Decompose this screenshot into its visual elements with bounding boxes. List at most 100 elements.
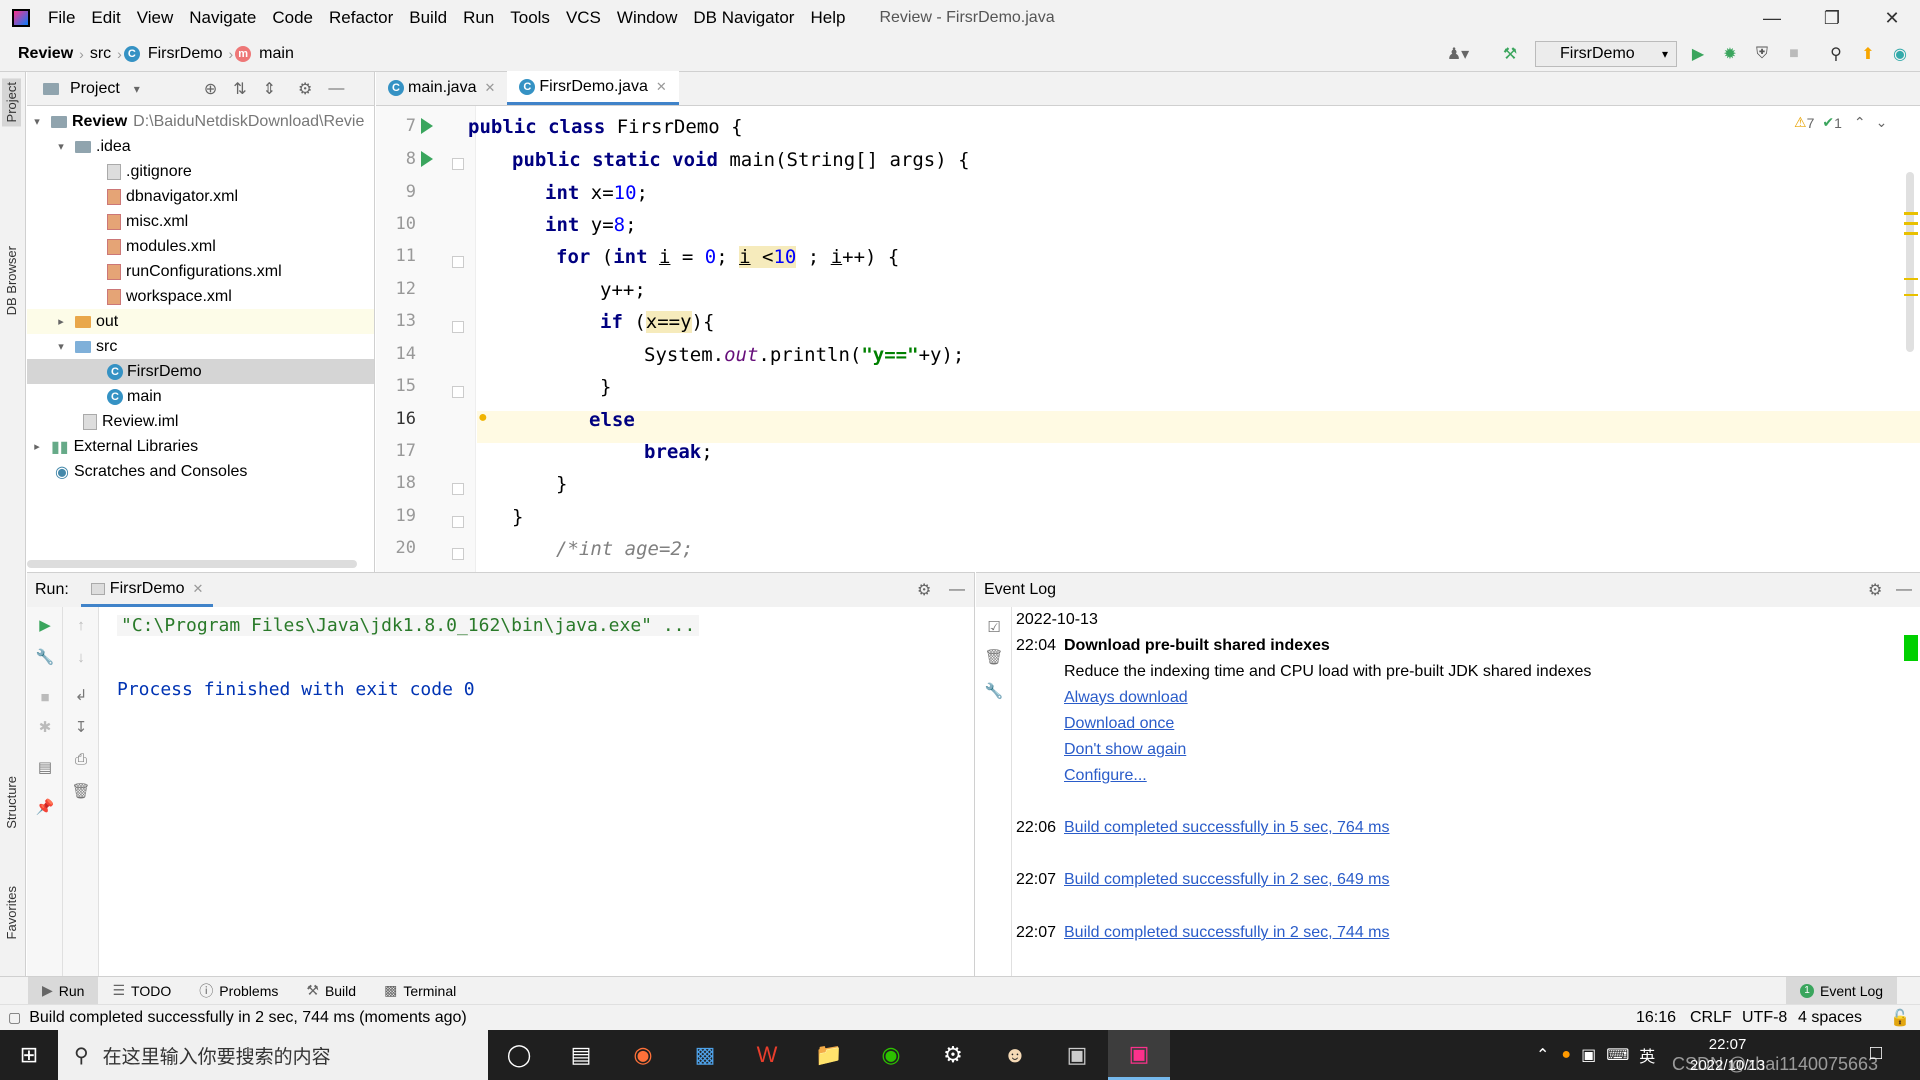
restore-icon[interactable]: ❐ (1802, 0, 1862, 36)
menu-tools[interactable]: Tools (502, 8, 558, 28)
run-config-select[interactable]: FirsrDemo ▾ (1535, 41, 1677, 67)
search-icon[interactable]: ⚲ (1826, 44, 1846, 64)
menu-navigate[interactable]: Navigate (181, 8, 264, 28)
run-gutter-icon[interactable] (421, 151, 433, 167)
app-icon[interactable]: ▣ (1046, 1030, 1108, 1080)
breadcrumb-project[interactable]: Review (14, 45, 77, 63)
menu-edit[interactable]: Edit (83, 8, 128, 28)
user-icon[interactable]: ♟▾ (1447, 44, 1469, 64)
run-tab[interactable]: FirsrDemo ✕ (80, 573, 214, 607)
trash-icon[interactable]: 🗑 (71, 781, 91, 801)
stop-icon[interactable]: ■ (35, 687, 55, 707)
file-explorer-icon[interactable]: 📁 (798, 1030, 860, 1080)
breadcrumb-src[interactable]: src (86, 45, 115, 63)
tool-tab-run[interactable]: ▶ Run (28, 976, 99, 1005)
toggle-tool-windows-icon[interactable]: ▢ (8, 1009, 21, 1026)
file-encoding[interactable]: UTF-8 (1742, 1009, 1787, 1027)
firefox-icon[interactable]: ◉ (612, 1030, 674, 1080)
tab-main-java[interactable]: C main.java ✕ (376, 71, 507, 105)
tree-file-main[interactable]: C main (27, 384, 374, 409)
inspection-widget[interactable]: ⚠ 7 ✔ 1 ⌃ ⌄ (1794, 114, 1887, 131)
menu-view[interactable]: View (129, 8, 182, 28)
tool-tab-db-browser[interactable]: DB Browser (2, 242, 21, 319)
scroll-to-end-icon[interactable]: ↧ (71, 717, 91, 737)
status-message[interactable]: Build completed successfully in 2 sec, 7… (29, 1009, 467, 1027)
hide-icon[interactable]: — (328, 80, 344, 98)
arrow-up-icon[interactable]: ↑ (71, 615, 91, 635)
layout-icon[interactable]: ▤ (35, 757, 55, 777)
task-view-icon[interactable]: ▤ (550, 1030, 612, 1080)
link-configure[interactable]: Configure... (1064, 767, 1147, 785)
soft-wrap-icon[interactable]: ↲ (71, 685, 91, 705)
breadcrumb-class[interactable]: FirsrDemo (144, 45, 227, 63)
trash-icon[interactable]: 🗑 (984, 647, 1004, 667)
chevron-right-icon[interactable]: ▸ (29, 440, 45, 453)
stop-icon[interactable]: ■ (1784, 44, 1804, 64)
fold-icon[interactable] (452, 158, 464, 170)
tree-root[interactable]: ▾ Review D:\BaiduNetdiskDownload\Revie (27, 109, 374, 134)
tool-tab-project[interactable]: Project (2, 78, 21, 127)
fold-icon[interactable] (452, 516, 464, 528)
menu-refactor[interactable]: Refactor (321, 8, 401, 28)
tool-tab-event-log[interactable]: 1 Event Log (1786, 976, 1898, 1005)
chevron-down-icon[interactable]: ⌄ (1876, 114, 1888, 131)
horizontal-scrollbar[interactable] (27, 560, 357, 568)
collapse-all-icon[interactable]: ⇕ (263, 79, 276, 99)
tree-file-gitignore[interactable]: .gitignore (27, 159, 374, 184)
tree-scratches[interactable]: ◉ Scratches and Consoles (27, 459, 374, 484)
app-icon[interactable]: ▩ (674, 1030, 736, 1080)
tree-file-workspace[interactable]: workspace.xml (27, 284, 374, 309)
chevron-up-icon[interactable]: ⌃ (1536, 1045, 1549, 1065)
dump-threads-icon[interactable]: ✱ (35, 717, 55, 737)
chevron-up-icon[interactable]: ⌃ (1854, 114, 1866, 131)
tree-file-firsrdemo[interactable]: C FirsrDemo (27, 359, 374, 384)
settings-icon[interactable]: ⚙ (922, 1030, 984, 1080)
close-icon[interactable]: ✕ (1862, 0, 1920, 36)
tree-external-libraries[interactable]: ▸ ▮▮ External Libraries (27, 434, 374, 459)
gear-icon[interactable]: ⚙ (917, 580, 931, 600)
avatar-icon[interactable]: ☻ (984, 1030, 1046, 1080)
lightbulb-icon[interactable]: ● (478, 409, 488, 427)
tray-app-icon[interactable]: ● (1561, 1046, 1571, 1064)
print-icon[interactable]: ⎙ (71, 749, 91, 769)
ime-indicator[interactable]: 英 (1639, 1043, 1655, 1067)
vertical-scrollbar[interactable] (1906, 172, 1914, 352)
run-gutter-icon[interactable] (421, 118, 433, 134)
fold-icon[interactable] (452, 386, 464, 398)
chevron-down-icon[interactable]: ▾ (29, 115, 45, 128)
network-icon[interactable]: ▣ (1581, 1045, 1596, 1065)
menu-code[interactable]: Code (264, 8, 321, 28)
tool-tab-todo[interactable]: ☰ TODO (98, 977, 185, 1005)
chevron-down-icon[interactable]: ▾ (53, 340, 69, 353)
close-tab-icon[interactable]: ✕ (192, 581, 203, 597)
project-panel-title[interactable]: Project (70, 80, 120, 98)
debug-icon[interactable]: ✹ (1720, 44, 1740, 64)
pin-icon[interactable]: 📌 (35, 797, 55, 817)
caret-position[interactable]: 16:16 (1636, 1009, 1676, 1027)
menu-vcs[interactable]: VCS (558, 8, 609, 28)
wps-icon[interactable]: W (736, 1030, 798, 1080)
arrow-down-icon[interactable]: ↓ (71, 647, 91, 667)
fold-icon[interactable] (452, 483, 464, 495)
tree-file-review-iml[interactable]: Review.iml (27, 409, 374, 434)
menu-file[interactable]: File (40, 8, 83, 28)
log-build-link[interactable]: Build completed successfully in 5 sec, 7… (1064, 819, 1389, 837)
gear-icon[interactable]: ⚙ (1868, 580, 1882, 600)
tool-tab-problems[interactable]: ⓘ Problems (185, 977, 292, 1005)
tool-tab-structure[interactable]: Structure (2, 772, 21, 833)
wechat-icon[interactable]: ◉ (860, 1030, 922, 1080)
fold-icon[interactable] (452, 256, 464, 268)
lock-icon[interactable]: 🔓 (1890, 1008, 1910, 1028)
mark-read-icon[interactable]: ☑ (984, 617, 1004, 637)
minimize-icon[interactable]: — (1742, 0, 1802, 36)
close-tab-icon[interactable]: ✕ (656, 79, 667, 95)
menu-db-navigator[interactable]: DB Navigator (685, 8, 802, 28)
chevron-down-icon[interactable]: ▾ (53, 140, 69, 153)
expand-all-icon[interactable]: ⇅ (233, 79, 246, 99)
hammer-icon[interactable]: ⚒ (1500, 44, 1520, 64)
hide-icon[interactable]: — (949, 581, 965, 599)
coverage-icon[interactable]: ⛨ (1752, 44, 1772, 64)
fold-icon[interactable] (452, 548, 464, 560)
chevron-right-icon[interactable]: ▸ (53, 315, 69, 328)
wrench-icon[interactable]: 🔧 (35, 647, 55, 667)
